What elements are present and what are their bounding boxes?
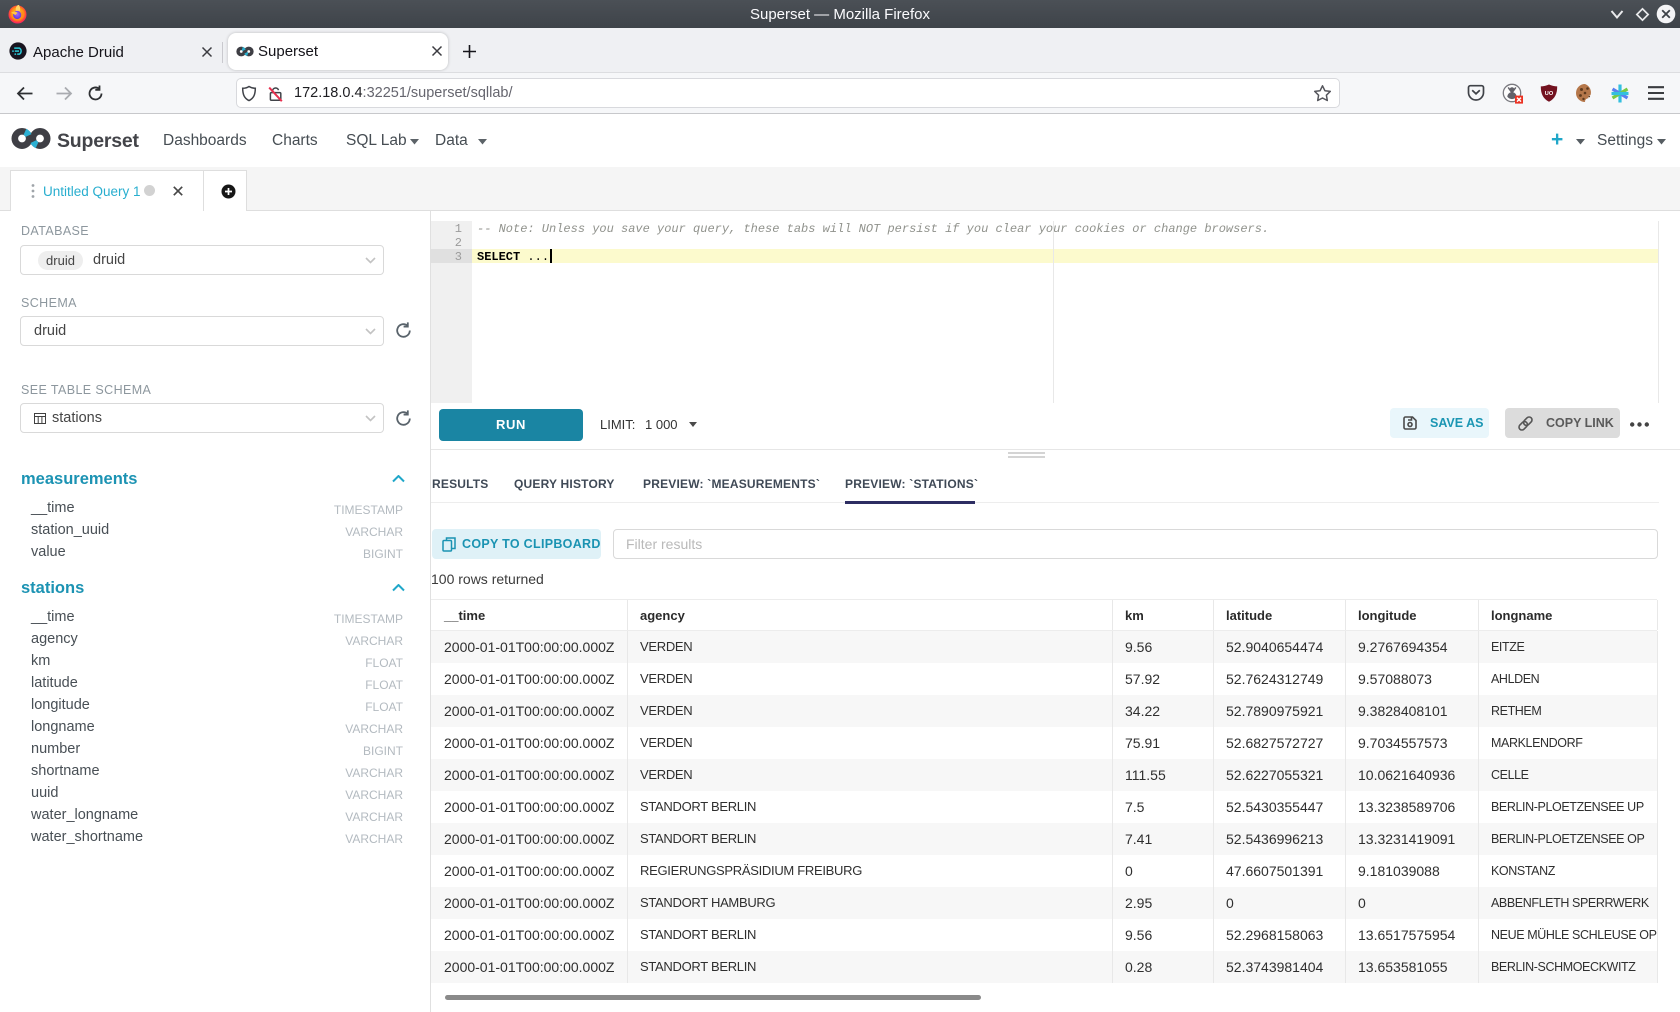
svg-text:UO: UO <box>1545 91 1554 97</box>
